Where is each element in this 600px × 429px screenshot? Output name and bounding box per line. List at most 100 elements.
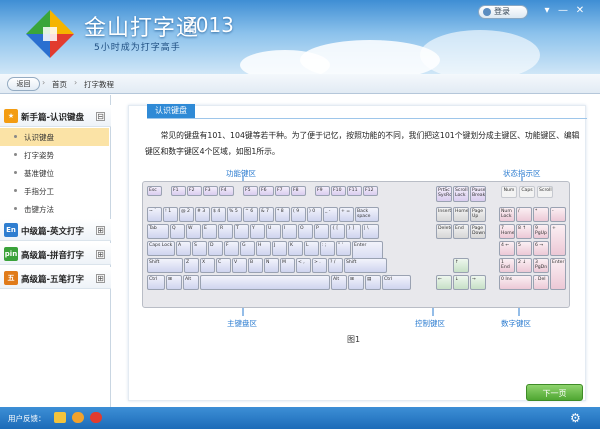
keyboard-key: T [234,224,249,239]
keyboard-key: W [186,224,201,239]
keyboard-key: E [202,224,217,239]
collapse-icon[interactable]: ⊟ [96,112,105,121]
app-slogan: 5小时成为打字高手 [94,43,181,53]
numpad-enter-key: Enter [550,258,566,290]
keyboard-key: H [256,241,271,256]
status-bar: 用户反馈： ⚙ [0,407,600,429]
sidebar-section-beginner[interactable]: ★ 新手篇-认识键盘 ⊟ [0,105,111,127]
keyboard-key: P [314,224,329,239]
expand-icon[interactable]: ⊞ [96,226,105,235]
figure-caption: 图1 [347,335,361,344]
mail-icon[interactable] [54,412,66,423]
key-f5: F5 [243,186,258,196]
sidebar-item-posture[interactable]: 打字姿势 [0,146,109,164]
section-title: 高级篇-五笔打字 [21,275,85,285]
keyboard-key: N [264,258,279,273]
keyboard-key: Alt [331,275,347,290]
keyboard-key: I [282,224,297,239]
sidebar-item-finger[interactable]: 手指分工 [0,182,109,200]
login-button[interactable]: 登录 [478,5,528,19]
key-shift-left: Shift [147,258,183,273]
numpad-key: 2 ↓ [516,258,532,273]
key-f6: F6 [259,186,274,196]
app-title: 金山打字通 [84,16,200,41]
numpad-key: 3 PgDn [533,258,549,273]
minimize-icon[interactable]: — [557,5,569,17]
keyboard-key: R [218,224,233,239]
chat-icon[interactable] [72,412,84,423]
keyboard-key: ? / [328,258,343,273]
sidebar-section-wubi[interactable]: 五 高级篇-五笔打字 ⊞ [0,267,111,289]
breadcrumb-bar: 返回 › 首页 › 打字教程 [0,74,600,94]
sidebar-item-stroke[interactable]: 击键方法 [0,200,109,218]
sidebar-item-keyboard[interactable]: 认识键盘 [0,128,109,146]
sidebar-section-pinyin[interactable]: pin 高级篇-拼音打字 ⊞ [0,243,111,265]
key-f10: F10 [331,186,346,196]
sidebar-section-english[interactable]: En 中级篇-英文打字 ⊞ [0,219,111,241]
keyboard-key: # 3 [195,207,210,222]
expand-icon[interactable]: ⊞ [96,274,105,283]
keyboard-key: : ; [320,241,335,256]
numpad-zero-key: 0 Ins [499,275,532,290]
keyboard-key: S [192,241,207,256]
chevron-right-icon: › [42,78,46,87]
section-title: 中级篇-英文打字 [21,227,85,237]
key-f11: F11 [347,186,362,196]
sidebar-item-home-keys[interactable]: 基准键位 [0,164,109,182]
app-logo-icon [26,10,74,58]
keyboard-key: Alt [183,275,199,290]
keyboard-key: G [240,241,255,256]
keyboard-key: Y [250,224,265,239]
numpad-key: 6 → [533,241,549,256]
expand-icon[interactable]: ⊞ [96,250,105,259]
bullet-icon [14,171,17,174]
key-f12: F12 [363,186,378,196]
keyboard-key: $ 4 [211,207,226,222]
key-f9: F9 [315,186,330,196]
keyboard-key: ! 1 [163,207,178,222]
status-light: Caps [519,186,535,198]
arrow-right-key: → [470,275,486,290]
menu-dropdown-icon[interactable]: ▾ [541,5,553,17]
close-icon[interactable]: ✕ [574,5,586,17]
keyboard-key: M [280,258,295,273]
sidebar-item-label: 击键方法 [24,205,54,214]
back-button[interactable]: 返回 [7,77,40,91]
edit-key: Page Down [470,224,486,239]
sidebar-item-label: 手指分工 [24,187,54,196]
arrow-left-key: ← [436,275,452,290]
keyboard-key: | \ [362,224,379,239]
key-esc: Esc [147,186,162,196]
english-icon: En [4,223,18,237]
keyboard-key: @ 2 [179,207,194,222]
pinyin-icon: pin [4,247,18,261]
numpad-key: 4 ← [499,241,515,256]
section-title: 高级篇-拼音打字 [21,251,85,261]
key-caps-lock: Caps Lock [147,241,175,256]
edit-key: End [453,224,469,239]
chevron-right-icon: › [74,78,78,87]
key-f7: F7 [275,186,290,196]
edit-key: Delete [436,224,452,239]
next-page-button[interactable]: 下一页 [526,384,583,401]
numpad-key: 7 Home [499,224,515,239]
keyboard-key: > . [312,258,327,273]
tab-divider [147,118,587,119]
status-zone-label: 状态指示区 [503,169,541,178]
app-year: 2013 [183,13,234,37]
gear-icon[interactable]: ⚙ [570,412,582,424]
keyboard-key: } ] [346,224,361,239]
weibo-icon[interactable] [90,412,102,423]
keyboard-key: % 5 [227,207,242,222]
keyboard-key: A [176,241,191,256]
keyboard-key: F [224,241,239,256]
breadcrumb-home[interactable]: 首页 [52,79,67,90]
numpad-key: Num Lock [499,207,515,222]
status-light: Scroll [537,186,553,198]
breadcrumb-current: 打字教程 [84,80,114,89]
keyboard-key: J [272,241,287,256]
sidebar-item-label: 基准键位 [24,169,54,178]
app-window: 金山打字通 2013 5小时成为打字高手 登录 ▾ — ✕ 返回 › 首页 › … [0,0,600,429]
key-f4: F4 [219,186,234,196]
arrow-down-key: ↓ [453,275,469,290]
